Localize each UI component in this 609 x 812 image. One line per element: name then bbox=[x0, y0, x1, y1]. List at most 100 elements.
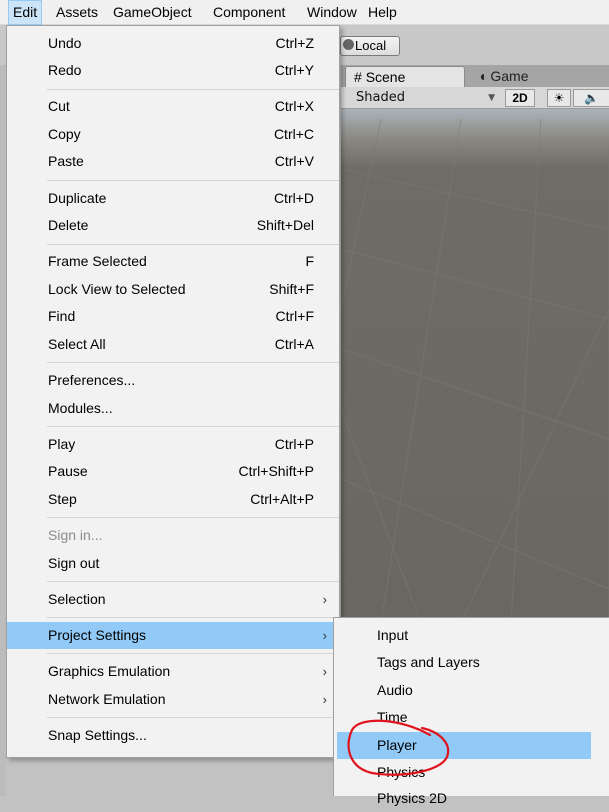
2d-toggle-button[interactable]: 2D bbox=[505, 89, 535, 107]
menu-item-duplicate[interactable]: Duplicate Ctrl+D bbox=[7, 185, 339, 212]
submenu-item-label: Physics 2D bbox=[377, 790, 448, 806]
menu-item-project-settings[interactable]: Project Settings › bbox=[7, 622, 339, 649]
lighting-toggle[interactable]: ☀ bbox=[547, 89, 571, 107]
menu-item-label: Network Emulation bbox=[48, 691, 166, 707]
submenu-item-label: Input bbox=[377, 627, 409, 643]
shading-mode-value: Shaded bbox=[356, 90, 405, 105]
globe-icon bbox=[343, 39, 354, 50]
menu-item-find[interactable]: Find Ctrl+F bbox=[7, 303, 339, 330]
menu-item-shortcut: Ctrl+Z bbox=[275, 35, 315, 51]
menu-help[interactable]: Help bbox=[368, 0, 397, 25]
submenu-item-player[interactable]: Player bbox=[337, 732, 591, 759]
submenu-item-audio[interactable]: Audio bbox=[334, 677, 609, 704]
menu-separator bbox=[47, 653, 339, 654]
tab-scene-label: Scene bbox=[365, 69, 406, 85]
menu-item-shortcut: Shift+F bbox=[269, 281, 314, 297]
menu-item-shortcut: Ctrl+Alt+P bbox=[250, 491, 314, 507]
submenu-item-label: Tags and Layers bbox=[377, 654, 480, 670]
menu-separator bbox=[47, 89, 339, 90]
scene-viewport[interactable] bbox=[341, 109, 609, 623]
menu-item-shortcut: Shift+Del bbox=[256, 217, 314, 233]
chevron-right-icon: › bbox=[322, 692, 327, 707]
menu-item-shortcut: Ctrl+Shift+P bbox=[238, 463, 314, 479]
menu-item-shortcut: Ctrl+P bbox=[274, 436, 314, 452]
menu-item-label: Sign in... bbox=[48, 527, 103, 543]
menu-item-selection[interactable]: Selection › bbox=[7, 586, 339, 613]
menu-item-label: Graphics Emulation bbox=[48, 663, 171, 679]
menu-edit[interactable]: Edit bbox=[8, 0, 43, 25]
menu-assets[interactable]: Assets bbox=[56, 0, 98, 25]
chevron-right-icon: › bbox=[322, 664, 327, 679]
menu-item-shortcut: Ctrl+A bbox=[274, 336, 314, 352]
menu-window[interactable]: Window bbox=[307, 0, 357, 25]
menu-item-pause[interactable]: Pause Ctrl+Shift+P bbox=[7, 458, 339, 485]
menu-item-shortcut: Ctrl+C bbox=[273, 126, 314, 142]
menu-item-sign-out[interactable]: Sign out bbox=[7, 550, 339, 577]
menu-item-label: Project Settings bbox=[48, 627, 147, 643]
menu-item-modules[interactable]: Modules... bbox=[7, 395, 339, 422]
menu-item-snap-settings[interactable]: Snap Settings... bbox=[7, 722, 339, 749]
submenu-item-time[interactable]: Time bbox=[334, 704, 609, 731]
menu-item-delete[interactable]: Delete Shift+Del bbox=[7, 212, 339, 239]
dropdown-caret-icon: ▼ bbox=[488, 93, 495, 103]
menu-item-copy[interactable]: Copy Ctrl+C bbox=[7, 121, 339, 148]
menu-item-label: Modules... bbox=[48, 400, 113, 416]
menu-item-select-all[interactable]: Select All Ctrl+A bbox=[7, 331, 339, 358]
menu-item-shortcut: Ctrl+F bbox=[275, 308, 315, 324]
menu-item-label: Selection bbox=[48, 591, 106, 607]
speaker-icon: 🔈 bbox=[584, 91, 599, 105]
pivot-rotation-toggle[interactable]: Local bbox=[340, 36, 400, 56]
submenu-item-tags-and-layers[interactable]: Tags and Layers bbox=[334, 649, 609, 676]
menu-item-shortcut: F bbox=[305, 253, 314, 269]
menu-component[interactable]: Component bbox=[213, 0, 285, 25]
menu-item-label: Redo bbox=[48, 62, 82, 78]
menu-item-preferences[interactable]: Preferences... bbox=[7, 367, 339, 394]
menu-item-sign-in: Sign in... bbox=[7, 522, 339, 549]
submenu-item-physics-2d[interactable]: Physics 2D bbox=[334, 785, 609, 812]
tab-game[interactable]: ◖ Game bbox=[470, 66, 600, 87]
menu-item-label: Paste bbox=[48, 153, 84, 169]
menu-item-cut[interactable]: Cut Ctrl+X bbox=[7, 93, 339, 120]
menu-item-label: Pause bbox=[48, 463, 88, 479]
audio-toggle[interactable]: 🔈 bbox=[573, 89, 609, 107]
menu-item-label: Sign out bbox=[48, 555, 100, 571]
menu-item-shortcut: Ctrl+V bbox=[274, 153, 314, 169]
menu-item-label: Step bbox=[48, 491, 77, 507]
menu-item-step[interactable]: Step Ctrl+Alt+P bbox=[7, 486, 339, 513]
menu-item-label: Copy bbox=[48, 126, 81, 142]
scene-grid bbox=[341, 118, 609, 623]
menu-item-undo[interactable]: Undo Ctrl+Z bbox=[7, 30, 339, 57]
menu-item-redo[interactable]: Redo Ctrl+Y bbox=[7, 57, 339, 84]
submenu-item-label: Time bbox=[377, 709, 408, 725]
menu-item-label: Delete bbox=[48, 217, 89, 233]
menu-item-lock-view[interactable]: Lock View to Selected Shift+F bbox=[7, 276, 339, 303]
menu-item-shortcut: Ctrl+D bbox=[273, 190, 314, 206]
menu-item-label: Cut bbox=[48, 98, 70, 114]
menu-separator bbox=[47, 717, 339, 718]
local-label: Local bbox=[355, 38, 387, 53]
tab-scene[interactable]: # Scene bbox=[345, 66, 465, 87]
menu-item-label: Snap Settings... bbox=[48, 727, 147, 743]
project-settings-submenu: Input Tags and Layers Audio Time Player … bbox=[333, 617, 609, 806]
menu-item-label: Undo bbox=[48, 35, 82, 51]
menu-item-graphics-emulation[interactable]: Graphics Emulation › bbox=[7, 658, 339, 685]
chevron-right-icon: › bbox=[322, 628, 327, 643]
menu-item-label: Frame Selected bbox=[48, 253, 147, 269]
menu-item-frame-selected[interactable]: Frame Selected F bbox=[7, 248, 339, 275]
menu-item-label: Select All bbox=[48, 336, 106, 352]
menu-separator bbox=[47, 617, 339, 618]
submenu-item-physics[interactable]: Physics bbox=[334, 759, 609, 786]
menu-item-paste[interactable]: Paste Ctrl+V bbox=[7, 148, 339, 175]
shading-mode-dropdown[interactable]: Shaded ▼ bbox=[351, 89, 501, 107]
2d-label: 2D bbox=[512, 91, 528, 105]
menu-separator bbox=[47, 244, 339, 245]
menu-separator bbox=[47, 517, 339, 518]
menu-item-shortcut: Ctrl+Y bbox=[274, 62, 314, 78]
menu-gameobject[interactable]: GameObject bbox=[113, 0, 192, 25]
tab-game-label: Game bbox=[490, 68, 529, 84]
submenu-item-input[interactable]: Input bbox=[334, 622, 609, 649]
hash-icon: # bbox=[354, 69, 362, 85]
menu-item-play[interactable]: Play Ctrl+P bbox=[7, 431, 339, 458]
menu-item-label: Lock View to Selected bbox=[48, 281, 186, 297]
menu-item-network-emulation[interactable]: Network Emulation › bbox=[7, 686, 339, 713]
